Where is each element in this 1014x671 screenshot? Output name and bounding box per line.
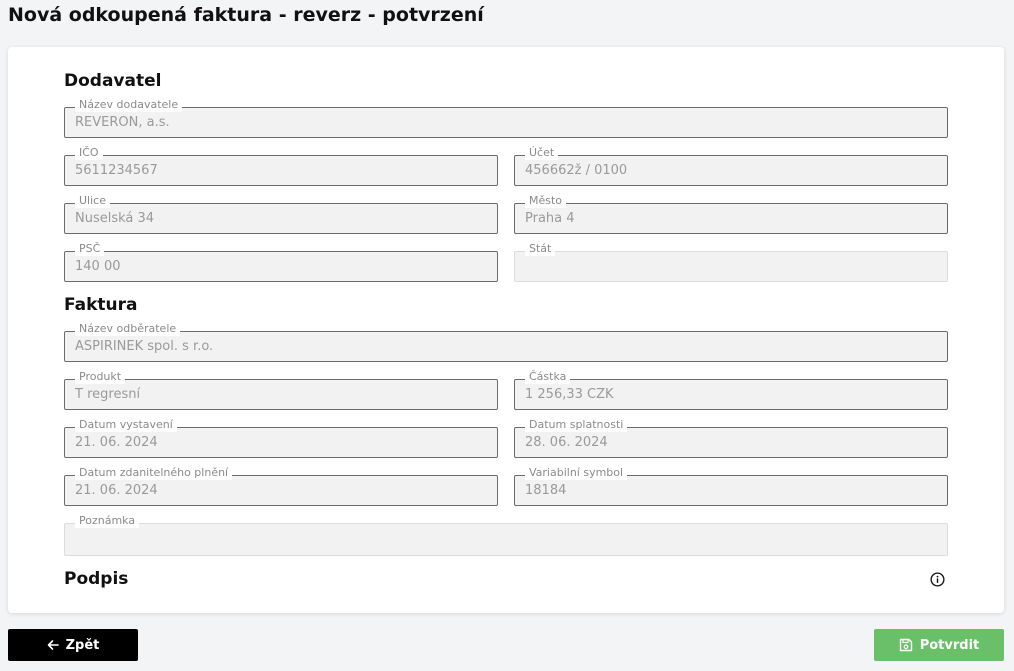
note-field[interactable]: Poznámka <box>64 514 948 556</box>
ico-label: IČO <box>75 146 103 160</box>
product-label: Produkt <box>75 370 126 384</box>
note-label: Poznámka <box>75 514 140 528</box>
street-value: Nuselská 34 <box>75 211 155 226</box>
due-date-value: 28. 06. 2024 <box>525 435 608 450</box>
account-label: Účet <box>525 146 559 160</box>
product-field[interactable]: Produkt T regresní <box>64 370 498 410</box>
zip-value: 140 00 <box>75 259 121 274</box>
supplier-name-value: REVERON, a.s. <box>75 115 170 130</box>
customer-name-value: ASPIRINEK spol. s r.o. <box>75 339 214 354</box>
country-label: Stát <box>525 242 556 256</box>
back-button[interactable]: Zpět <box>8 629 138 661</box>
account-value: 456662ž / 0100 <box>525 163 628 178</box>
back-button-label: Zpět <box>65 637 100 653</box>
issue-date-label: Datum vystavení <box>75 418 177 432</box>
zip-field[interactable]: PSČ 140 00 <box>64 242 498 282</box>
customer-name-field[interactable]: Název odběratele ASPIRINEK spol. s r.o. <box>64 322 948 362</box>
city-value: Praha 4 <box>525 211 575 226</box>
due-date-field[interactable]: Datum splatnosti 28. 06. 2024 <box>514 418 948 458</box>
arrow-left-icon <box>47 640 59 650</box>
ico-value: 5611234567 <box>75 163 158 178</box>
page-title: Nová odkoupená faktura - reverz - potvrz… <box>8 4 484 26</box>
taxable-date-label: Datum zdanitelného plnění <box>75 466 233 480</box>
invoice-heading: Faktura <box>64 295 138 315</box>
account-field[interactable]: Účet 456662ž / 0100 <box>514 146 948 186</box>
amount-label: Částka <box>525 370 571 384</box>
taxable-date-value: 21. 06. 2024 <box>75 483 158 498</box>
issue-date-value: 21. 06. 2024 <box>75 435 158 450</box>
signature-heading: Podpis <box>64 569 129 589</box>
city-field[interactable]: Město Praha 4 <box>514 194 948 234</box>
supplier-name-field[interactable]: Název dodavatele REVERON, a.s. <box>64 98 948 138</box>
supplier-heading: Dodavatel <box>64 71 162 91</box>
product-value: T regresní <box>75 387 141 402</box>
amount-field[interactable]: Částka 1 256,33 CZK <box>514 370 948 410</box>
variable-symbol-field[interactable]: Variabilní symbol 18184 <box>514 466 948 506</box>
taxable-date-field[interactable]: Datum zdanitelného plnění 21. 06. 2024 <box>64 466 498 506</box>
zip-label: PSČ <box>75 242 105 256</box>
form-card: Dodavatel Název dodavatele REVERON, a.s.… <box>8 47 1004 613</box>
ico-field[interactable]: IČO 5611234567 <box>64 146 498 186</box>
city-label: Město <box>525 194 567 208</box>
amount-value: 1 256,33 CZK <box>525 387 614 402</box>
customer-name-label: Název odběratele <box>75 322 181 336</box>
confirm-button[interactable]: Potvrdit <box>874 629 1004 661</box>
save-icon <box>899 638 912 652</box>
country-field[interactable]: Stát <box>514 242 948 282</box>
confirm-button-label: Potvrdit <box>919 637 980 653</box>
street-field[interactable]: Ulice Nuselská 34 <box>64 194 498 234</box>
supplier-name-label: Název dodavatele <box>75 98 183 112</box>
variable-symbol-label: Variabilní symbol <box>525 466 628 480</box>
street-label: Ulice <box>75 194 110 208</box>
due-date-label: Datum splatnosti <box>525 418 628 432</box>
issue-date-field[interactable]: Datum vystavení 21. 06. 2024 <box>64 418 498 458</box>
info-icon[interactable] <box>930 572 945 587</box>
variable-symbol-value: 18184 <box>525 483 567 498</box>
